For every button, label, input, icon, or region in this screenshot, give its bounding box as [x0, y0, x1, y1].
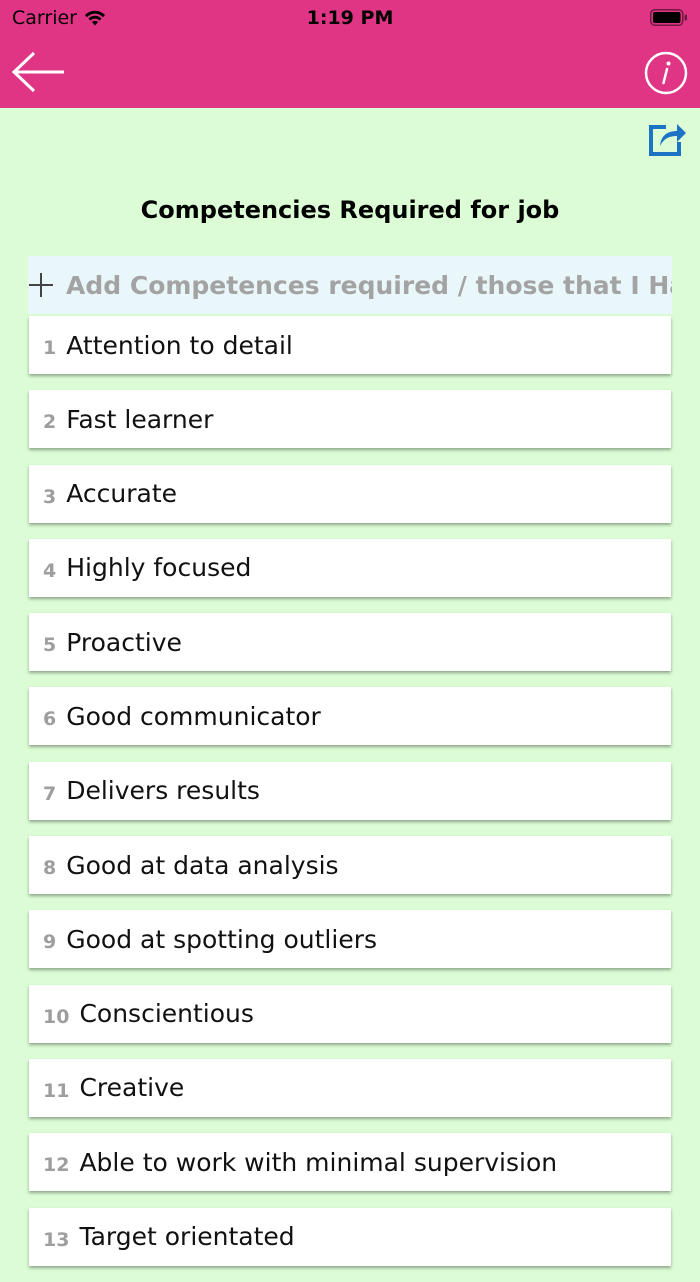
- item-number: 8: [43, 857, 57, 880]
- item-label: Delivers results: [66, 776, 260, 806]
- item-number: 6: [43, 708, 57, 731]
- list-item[interactable]: 10 Conscientious: [29, 984, 671, 1043]
- list-item[interactable]: 5 Proactive: [29, 613, 671, 672]
- status-bar: Carrier 1:19 PM: [0, 0, 700, 36]
- item-label: Highly focused: [66, 553, 252, 583]
- info-circle-icon: [644, 51, 688, 95]
- item-number: 2: [43, 411, 57, 434]
- share-button[interactable]: [646, 118, 688, 158]
- item-label: Conscientious: [79, 999, 254, 1029]
- list-item[interactable]: 3 Accurate: [29, 464, 671, 523]
- item-number: 3: [43, 485, 57, 508]
- item-number: 10: [43, 1005, 70, 1028]
- item-number: 5: [43, 634, 57, 657]
- list-item[interactable]: 6 Good communicator: [29, 687, 671, 746]
- item-label: Target orientated: [79, 1222, 295, 1252]
- item-number: 12: [43, 1154, 70, 1177]
- item-number: 11: [43, 1079, 70, 1102]
- list-item[interactable]: 13 Target orientated: [29, 1207, 671, 1266]
- list-item[interactable]: 4 Highly focused: [29, 538, 671, 597]
- list-item[interactable]: 9 Good at spotting outliers: [29, 910, 671, 969]
- item-label: Good at spotting outliers: [66, 924, 378, 954]
- list-item[interactable]: 8 Good at data analysis: [29, 836, 671, 895]
- plus-icon: [29, 273, 53, 297]
- item-label: Creative: [79, 1073, 185, 1103]
- item-label: Fast learner: [66, 404, 214, 434]
- item-number: 1: [43, 337, 57, 359]
- item-label: Good at data analysis: [66, 850, 339, 880]
- back-button[interactable]: [10, 50, 68, 94]
- list-item[interactable]: 7 Delivers results: [29, 761, 671, 820]
- competency-list: 1 Attention to detail 2 Fast learner 3 A…: [29, 316, 671, 1282]
- item-number: 9: [43, 931, 57, 954]
- item-number: 4: [43, 559, 57, 582]
- battery-icon: [650, 9, 687, 26]
- share-export-icon: [649, 124, 686, 156]
- status-time: 1:19 PM: [306, 7, 394, 29]
- list-item[interactable]: 1 Attention to detail: [29, 316, 671, 374]
- page-title: Competencies Required for job: [140, 196, 560, 224]
- add-competence-label: Add Competences required / those that I …: [66, 270, 672, 300]
- item-number: 7: [43, 782, 57, 805]
- item-label: Proactive: [66, 627, 182, 657]
- item-label: Accurate: [66, 479, 178, 509]
- item-label: Able to work with minimal supervision: [79, 1147, 558, 1177]
- list-item[interactable]: 12 Able to work with minimal supervision: [29, 1133, 671, 1192]
- item-label: Attention to detail: [66, 330, 293, 360]
- add-competence-button[interactable]: Add Competences required / those that I …: [28, 256, 672, 314]
- nav-bar: [0, 36, 700, 108]
- info-button[interactable]: [644, 51, 688, 95]
- arrow-left-icon: [11, 51, 64, 93]
- list-item[interactable]: 11 Creative: [29, 1058, 671, 1117]
- item-label: Good communicator: [66, 701, 321, 731]
- list-item[interactable]: 2 Fast learner: [29, 390, 671, 449]
- item-number: 13: [43, 1228, 70, 1251]
